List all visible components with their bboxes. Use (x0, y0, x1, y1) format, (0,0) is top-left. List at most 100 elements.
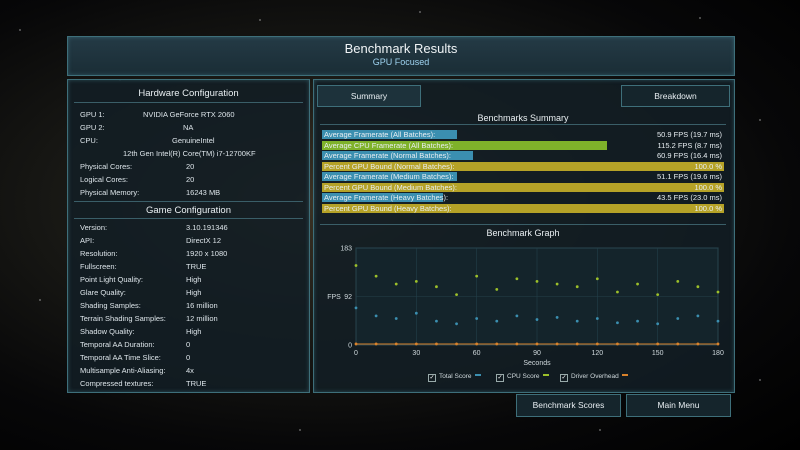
summary-value: 115.2 FPS (8.7 ms) (657, 140, 722, 150)
data-point (555, 342, 559, 346)
data-point (656, 342, 660, 346)
game-label: Point Light Quality: (80, 275, 143, 284)
y-tick-label: 92 (344, 294, 352, 301)
y-axis-label: FPS (327, 294, 341, 301)
data-point (495, 287, 499, 291)
game-label: Multisample Anti-Aliasing: (80, 366, 166, 375)
summary-label: Average Framerate (Heavy Batches): (324, 193, 449, 202)
summary-value: 100.0 % (694, 161, 722, 171)
summary-row: Percent GPU Bound (Heavy Batches): 100.0 … (322, 203, 724, 213)
checkbox-icon[interactable]: ✓ (560, 374, 568, 382)
legend-cpu-score[interactable]: ✓ CPU Score (496, 373, 549, 382)
summary-value: 43.5 FPS (23.0 ms) (656, 193, 722, 202)
hw-value-cpu-model: 12th Gen Intel(R) Core(TM) i7-12700KF (123, 149, 256, 158)
data-point (696, 314, 700, 318)
game-label: Compressed textures: (80, 379, 154, 388)
data-point (414, 279, 418, 283)
data-point (636, 282, 639, 286)
data-point (455, 342, 458, 346)
data-point (676, 279, 680, 283)
data-point (354, 264, 358, 267)
summary-label: Average Framerate (All Batches): (324, 130, 436, 139)
data-point (475, 342, 479, 346)
x-tick-label: 0 (354, 350, 358, 357)
summary-row: Percent GPU Bound (Medium Batches): 100.0… (322, 182, 724, 192)
hw-value-logical-cores: 20 (186, 175, 195, 184)
divider (74, 218, 303, 219)
game-config-title: Game Configuration (145, 205, 232, 216)
benchmark-scores-button[interactable]: Benchmark Scores (516, 394, 621, 417)
data-point (676, 317, 680, 320)
divider (320, 224, 726, 225)
game-label: Temporal AA Duration: (80, 340, 155, 349)
tab-summary[interactable]: Summary (317, 85, 421, 107)
game-value: High (186, 288, 202, 297)
data-point (555, 316, 559, 319)
data-point (636, 342, 639, 346)
data-point (475, 317, 479, 320)
game-value: TRUE (186, 379, 207, 388)
game-value: 0 (186, 340, 191, 349)
y-tick-label: 0 (348, 343, 352, 350)
summary-row: Average Framerate (All Batches): 50.9 FPS… (322, 130, 724, 139)
x-tick-label: 150 (652, 350, 664, 357)
game-value: 16 million (186, 301, 218, 310)
data-point (636, 319, 639, 323)
data-point (455, 322, 458, 326)
data-point (595, 317, 599, 320)
checkbox-icon[interactable]: ✓ (496, 374, 504, 382)
game-value: 3.10.191346 (186, 223, 228, 232)
data-point (475, 274, 479, 278)
game-value: High (186, 275, 202, 284)
data-point (595, 277, 599, 281)
summary-value: 50.9 FPS (19.7 ms) (656, 130, 722, 139)
data-point (435, 285, 438, 289)
hw-label: Physical Memory: (80, 188, 140, 197)
data-point (435, 319, 438, 323)
game-label: Glare Quality: (80, 288, 126, 297)
tab-breakdown[interactable]: Breakdown (621, 85, 730, 107)
data-point (354, 342, 358, 346)
hardware-config-title: Hardware Configuration (138, 88, 239, 99)
data-point (696, 342, 700, 346)
hw-label: CPU: (80, 136, 98, 145)
game-value: DirectX 12 (186, 236, 222, 245)
game-label: Shadow Quality: (80, 327, 135, 336)
legend-driver-overhead[interactable]: ✓ Driver Overhead (560, 373, 628, 382)
summary-label: Average CPU Framerate (All Batches): (324, 140, 454, 150)
x-tick-label: 180 (712, 350, 724, 357)
summary-row: Percent GPU Bound (Normal Batches): 100.0… (322, 161, 724, 171)
legend-total-score[interactable]: ✓ Total Score (428, 373, 481, 382)
hw-value-memory: 16243 MB (186, 188, 221, 197)
summary-value: 100.0 % (694, 182, 722, 192)
benchmark-graph: 0 30 60 90 120 150 180 183 92 0 FPS Seconds (327, 246, 724, 368)
data-point (374, 314, 378, 318)
game-label: Shading Samples: (80, 301, 141, 310)
game-label: API: (80, 236, 95, 245)
data-point (575, 285, 579, 289)
data-point (374, 274, 378, 278)
summary-label: Average Framerate (Medium Batches): (324, 172, 454, 181)
data-point (495, 342, 499, 346)
hw-label: Physical Cores: (80, 162, 133, 171)
checkbox-icon[interactable]: ✓ (428, 374, 436, 382)
game-label: Terrain Shading Samples: (80, 314, 166, 323)
data-point (535, 342, 539, 346)
divider (320, 124, 726, 125)
summary-value: 51.1 FPS (19.6 ms) (656, 172, 722, 181)
data-point (716, 342, 720, 346)
data-point (495, 319, 499, 323)
game-value: High (186, 327, 202, 336)
hw-label: Logical Cores: (80, 175, 128, 184)
data-point (394, 317, 398, 320)
main-menu-button[interactable]: Main Menu (626, 394, 731, 417)
y-tick-label: 183 (340, 246, 352, 253)
page-subtitle: GPU Focused (372, 57, 430, 67)
game-value: TRUE (186, 262, 207, 271)
summary-value: 60.9 FPS (16.4 ms) (656, 151, 722, 160)
data-point (616, 342, 619, 346)
data-point (656, 293, 660, 297)
page-title: Benchmark Results (344, 41, 458, 56)
x-tick-label: 120 (591, 350, 603, 357)
game-value: 1920 x 1080 (186, 249, 228, 258)
